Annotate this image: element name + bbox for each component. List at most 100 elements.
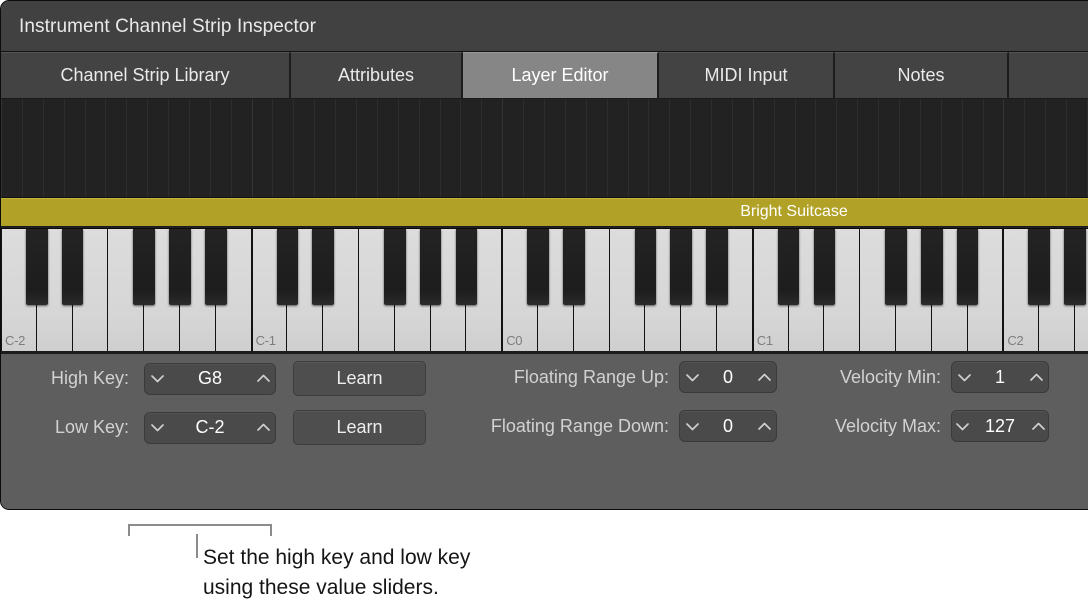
grid-line (356, 99, 358, 197)
grid-line (314, 99, 316, 197)
high-key-row: High Key: G8 Learn (19, 361, 426, 396)
black-key[interactable] (276, 229, 299, 305)
tab-layer-editor[interactable]: Layer Editor (463, 52, 659, 99)
window-titlebar: Instrument Channel Strip Inspector (1, 1, 1088, 52)
grid-line (42, 99, 44, 197)
grid-line (1066, 99, 1068, 197)
grid-line (752, 99, 754, 197)
black-key[interactable] (527, 229, 549, 305)
grid-line (878, 99, 880, 197)
velocity-min-stepper[interactable]: 1 (951, 361, 1049, 393)
grid-line (63, 99, 65, 197)
grid-line (209, 99, 211, 197)
velocity-min-value[interactable]: 1 (976, 367, 1024, 388)
black-key[interactable] (670, 229, 692, 305)
grid-line (105, 99, 107, 197)
low-key-value[interactable]: C-2 (169, 417, 251, 438)
black-key[interactable] (312, 229, 334, 305)
floating-range-up-label: Floating Range Up: (513, 366, 669, 387)
grid-line (418, 99, 420, 197)
high-key-stepper[interactable]: G8 (144, 362, 276, 395)
low-key-learn-button[interactable]: Learn (293, 410, 426, 445)
low-key-row: Low Key: C-2 Learn (19, 410, 426, 445)
floating-range-down-stepper[interactable]: 0 (679, 410, 777, 442)
black-key[interactable] (777, 229, 800, 305)
black-key[interactable] (205, 229, 227, 305)
velocity-max-decrement-chevron-down-icon[interactable] (952, 411, 972, 441)
grid-line (147, 99, 149, 197)
tab-label: Attributes (337, 65, 415, 85)
low-key-stepper[interactable]: C-2 (144, 411, 276, 444)
low-key-decrement-chevron-down-icon[interactable] (145, 413, 169, 443)
black-key[interactable] (133, 229, 155, 305)
high-key-increment-chevron-up-icon[interactable] (251, 364, 275, 394)
grid-line (481, 99, 483, 197)
black-key[interactable] (706, 229, 728, 305)
high-key-label: High Key: (50, 368, 129, 388)
grid-line (84, 99, 86, 197)
grid-line (585, 99, 587, 197)
grid-line (1045, 99, 1047, 197)
floating-range-down-row: Floating Range Down: 0 (429, 410, 777, 442)
grid-line (690, 99, 692, 197)
grid-line (1, 99, 2, 197)
octave-label: C0 (506, 333, 523, 348)
grid-line (335, 99, 337, 197)
velocity-max-increment-chevron-up-icon[interactable] (1028, 411, 1048, 441)
floating-range-up-decrement-chevron-down-icon[interactable] (680, 362, 704, 392)
black-key[interactable] (1064, 229, 1086, 305)
black-key[interactable] (885, 229, 907, 305)
floating-range-down-label: Floating Range Down: (490, 415, 669, 436)
velocity-min-label: Velocity Min: (839, 366, 941, 387)
grid-line (711, 99, 713, 197)
black-key[interactable] (634, 229, 657, 305)
black-key[interactable] (1028, 229, 1050, 305)
floating-range-down-increment-chevron-up-icon[interactable] (752, 411, 776, 441)
black-key[interactable] (61, 229, 84, 305)
grid-line (648, 99, 650, 197)
velocity-max-value[interactable]: 127 (972, 416, 1028, 437)
floating-range-up-stepper[interactable]: 0 (679, 361, 777, 393)
black-key[interactable] (455, 229, 478, 305)
black-key[interactable] (956, 229, 979, 305)
piano-keyboard[interactable]: C-2 C-1 C0 C1 C2 (1, 228, 1088, 354)
velocity-max-stepper[interactable]: 127 (951, 410, 1049, 442)
black-key[interactable] (813, 229, 836, 305)
floating-range-up-value[interactable]: 0 (704, 367, 752, 388)
floating-range-up-row: Floating Range Up: 0 (429, 361, 777, 393)
low-key-increment-chevron-up-icon[interactable] (251, 413, 275, 443)
tab-label: Channel Strip Library (60, 65, 230, 85)
tab-bar-filler (1009, 52, 1088, 99)
low-key-label: Low Key: (54, 417, 129, 437)
black-key[interactable] (169, 229, 191, 305)
black-key[interactable] (563, 229, 585, 305)
tab-midi-input[interactable]: MIDI Input (659, 52, 835, 99)
grid-line (564, 99, 566, 197)
floating-range-down-value[interactable]: 0 (704, 416, 752, 437)
tab-label: Layer Editor (511, 65, 609, 85)
tab-notes[interactable]: Notes (835, 52, 1009, 99)
grid-line (919, 99, 921, 197)
callout-leader-line (196, 534, 198, 558)
grid-line (397, 99, 399, 197)
black-key[interactable] (26, 229, 48, 305)
floating-range-down-decrement-chevron-down-icon[interactable] (680, 411, 704, 441)
high-key-learn-button[interactable]: Learn (293, 361, 426, 396)
velocity-max-label: Velocity Max: (834, 415, 941, 436)
black-key[interactable] (384, 229, 406, 305)
layer-zone-bright-suitcase[interactable]: Bright Suitcase (1, 198, 1088, 227)
floating-range-up-increment-chevron-up-icon[interactable] (752, 362, 776, 392)
grid-line (961, 99, 963, 197)
grid-line (1024, 99, 1026, 197)
high-key-decrement-chevron-down-icon[interactable] (145, 364, 169, 394)
tab-channel-strip-library[interactable]: Channel Strip Library (1, 52, 291, 99)
velocity-min-decrement-chevron-down-icon[interactable] (952, 362, 976, 392)
tab-label: Notes (897, 65, 945, 85)
velocity-min-increment-chevron-up-icon[interactable] (1024, 362, 1048, 392)
velocity-min-row: Velocity Min: 1 (801, 361, 1049, 393)
tab-attributes[interactable]: Attributes (291, 52, 463, 99)
black-key[interactable] (921, 229, 943, 305)
black-key[interactable] (419, 229, 442, 305)
high-key-value[interactable]: G8 (169, 368, 251, 389)
layer-grid (1, 99, 1088, 198)
